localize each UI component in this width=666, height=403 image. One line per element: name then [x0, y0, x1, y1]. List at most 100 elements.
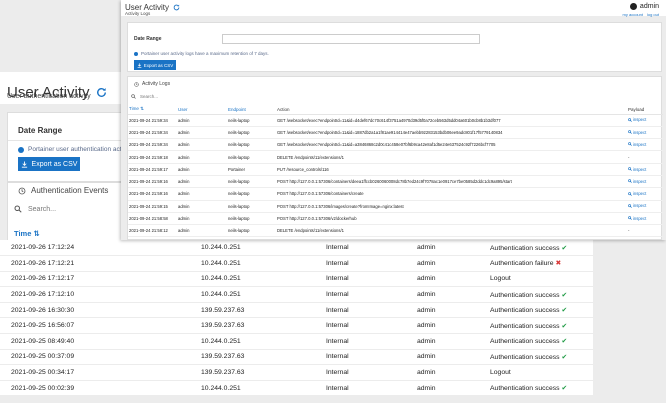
table-row: 2021-09-25 00:34:17 139.59.237.63 Internal…: [0, 364, 593, 381]
table-row: 2021-09-26 17:12:17 10.244.0.251 Internal a…: [0, 271, 593, 288]
time-cell: 2021-09-24 21:59:16: [128, 187, 178, 201]
user-cell-text: admin: [417, 353, 436, 361]
action-column-header: Action: [277, 105, 628, 115]
time-column-header[interactable]: Time ⇅: [128, 105, 178, 115]
result-cell-text: Authentication success: [490, 307, 560, 315]
user-cell: admin: [178, 175, 228, 189]
endpoint-cell: neils-laptop: [228, 150, 277, 164]
log-out-link[interactable]: log out: [647, 12, 659, 17]
time-cell-text: 2021-09-25 00:34:17: [11, 369, 75, 377]
inspect-link[interactable]: inspect: [628, 179, 646, 184]
my-account-link[interactable]: my account: [623, 12, 643, 17]
events-title-text: Authentication Events: [31, 186, 109, 195]
time-cell: 2021-09-25 08:49:40: [0, 333, 201, 350]
table-row: 2021-09-24 21:58:12 admin neils-laptop DELE…: [128, 224, 663, 238]
cross-icon: ✖: [555, 260, 562, 268]
action-cell: DELETE /endpoints/11/extensions/1: [277, 224, 628, 238]
origin-cell: 139.59.237.63: [201, 302, 326, 319]
origin-cell: 139.59.237.63: [201, 349, 326, 366]
check-icon: ✔: [561, 385, 568, 393]
check-icon: ✔: [561, 322, 568, 330]
sort-icon: ⇅: [33, 229, 40, 238]
divider: [8, 140, 125, 141]
inspect-link[interactable]: inspect: [628, 130, 646, 135]
user-menu[interactable]: admin: [629, 3, 659, 10]
user-cell: admin: [417, 333, 490, 350]
result-cell: Logout: [490, 364, 593, 381]
inspect-link[interactable]: inspect: [628, 117, 646, 122]
refresh-icon[interactable]: [96, 87, 107, 98]
inspect-link[interactable]: inspect: [628, 203, 646, 208]
endpoint-cell: neils-laptop: [228, 126, 277, 140]
time-cell: 2021-09-24 21:59:16: [128, 175, 178, 189]
origin-cell-text: 139.59.237.63: [201, 353, 245, 361]
context-cell: Internal: [326, 349, 417, 366]
user-cell-text: admin: [417, 384, 436, 392]
time-cell: 2021-09-25 16:56:07: [0, 317, 201, 335]
result-cell: Authentication failure ✖: [490, 255, 593, 272]
user-cell: admin: [178, 114, 228, 127]
result-cell-text: Authentication failure: [490, 260, 554, 268]
check-icon: ✔: [561, 291, 568, 299]
time-column-header[interactable]: Time ⇅: [14, 229, 40, 238]
inspect-label: inspect: [633, 129, 647, 135]
origin-cell: 10.244.0.251: [201, 333, 326, 350]
inspect-link[interactable]: inspect: [628, 167, 646, 172]
table-row: 2021-09-24 21:58:58 admin neils-laptop POST…: [128, 212, 663, 226]
time-cell-text: 2021-09-25 16:56:07: [11, 322, 75, 330]
result-cell-text: Logout: [490, 275, 511, 283]
time-cell: 2021-09-26 17:12:17: [0, 271, 201, 288]
action-cell: DELETE /endpoints/11/extensions/1: [277, 150, 628, 164]
result-cell: Logout: [490, 271, 593, 288]
search-icon: [628, 216, 632, 221]
result-cell: Authentication success ✔: [490, 333, 593, 350]
user-cell-text: admin: [417, 291, 436, 299]
origin-cell: 10.244.0.251: [201, 240, 326, 257]
action-cell: POST http://127.0.0.1:57306/containers/d…: [277, 175, 628, 189]
result-cell-text: Authentication success: [490, 244, 560, 252]
inspect-link[interactable]: inspect: [628, 216, 646, 221]
auth-page-subtitle: User authentication activity: [7, 93, 91, 100]
context-cell-text: Internal: [326, 291, 349, 299]
logs-header-row: Time ⇅ User Endpoint Action Payload: [128, 105, 663, 115]
time-cell: 2021-09-24 21:59:15: [128, 200, 178, 213]
auth-search-input[interactable]: Search...: [14, 205, 56, 213]
context-cell-text: Internal: [326, 259, 349, 267]
retention-info-text: Portainer user activity logs have a maxi…: [141, 51, 269, 56]
user-cell-text: admin: [417, 337, 436, 345]
inspect-link[interactable]: inspect: [628, 191, 646, 196]
retention-info-text: Portainer user authentication activity: [28, 146, 133, 153]
table-row: 2021-09-24 21:59:34 admin neils-laptop GET …: [128, 126, 663, 140]
payload-cell: inspect: [628, 126, 663, 140]
date-range-input[interactable]: [222, 34, 480, 44]
origin-cell-text: 10.244.0.251: [201, 244, 241, 252]
check-icon: ✔: [561, 338, 568, 346]
time-cell-text: 2021-09-25 08:49:40: [11, 337, 75, 345]
payload-cell: inspect: [628, 212, 663, 226]
refresh-icon[interactable]: [173, 4, 180, 11]
export-csv-button[interactable]: Export as CSV: [134, 60, 176, 70]
date-range-label: Date Range: [18, 126, 63, 135]
export-csv-button[interactable]: Export as CSV: [18, 157, 80, 171]
time-cell: 2021-09-25 00:37:09: [0, 349, 201, 366]
payload-empty: -: [628, 154, 630, 160]
payload-column-header: Payload: [628, 105, 663, 115]
auth-filter-card: Date Range Portainer user authentication…: [7, 112, 133, 182]
result-cell-text: Logout: [490, 369, 511, 377]
action-cell: GET /websocket/exec?endpointId=11&id=d4d…: [277, 114, 628, 127]
user-column-header[interactable]: User: [178, 105, 228, 115]
context-cell: Internal: [326, 302, 417, 319]
activity-page-subtitle: Activity Logs: [125, 11, 151, 16]
user-cell: admin: [417, 364, 490, 381]
inspect-link[interactable]: inspect: [628, 142, 646, 147]
activity-search-input[interactable]: Search...: [131, 94, 158, 99]
origin-cell-text: 10.244.0.251: [201, 291, 241, 299]
table-row: 2021-09-25 08:49:40 10.244.0.251 Internal a…: [0, 333, 593, 350]
origin-cell: 139.59.237.63: [201, 364, 326, 381]
user-cell: admin: [178, 126, 228, 140]
payload-cell: -: [628, 224, 663, 238]
user-cell-text: admin: [417, 259, 436, 267]
inspect-label: inspect: [633, 141, 647, 147]
table-row: 2021-09-24 21:59:17 admin Portainer PUT /re…: [128, 163, 663, 176]
endpoint-column-header[interactable]: Endpoint: [228, 105, 277, 115]
